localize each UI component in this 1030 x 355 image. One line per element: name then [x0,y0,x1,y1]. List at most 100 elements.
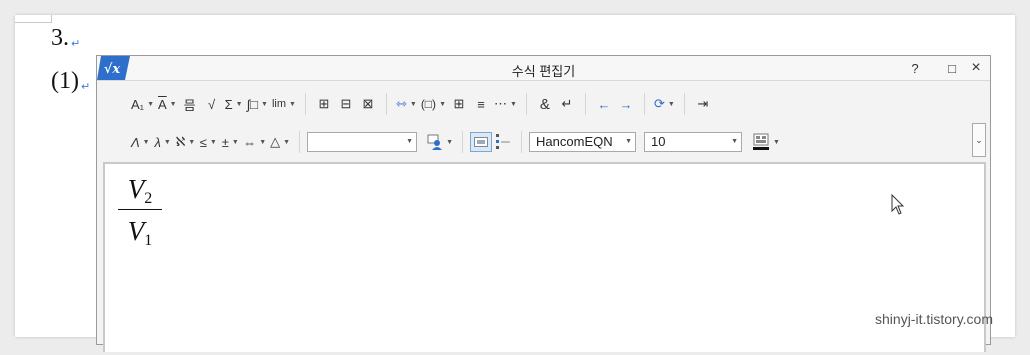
user-symbol-icon [427,134,443,150]
grid-icon: ⊞ [453,96,465,111]
ampersand-icon: & [539,95,550,113]
doc-line-1-text: 3. [51,25,69,51]
matrix-icon: ⊟ [340,96,352,111]
numerator-subscript: 2 [144,190,153,207]
chevron-down-icon: ▼ [409,100,417,108]
hebrew-icon: ℵ [175,134,186,149]
toolbar-separator [521,131,523,153]
decoration-button[interactable]: A ▼ [156,93,179,115]
chevron-down-icon: ▼ [209,138,217,146]
move-right-button[interactable]: → [615,93,637,115]
left-arrow-icon: ← [597,96,611,112]
toolbar-separator [299,131,301,153]
grid-button-2[interactable]: ≡ [470,93,492,115]
chevron-down-icon: ▼ [446,138,454,146]
relation-button[interactable]: ≤ ▼ [197,131,219,153]
color-icon [753,133,770,150]
watermark: shinyj-it.tistory.com [875,311,993,327]
view-toggle-button[interactable] [470,132,493,152]
root-button[interactable]: √ [201,93,223,115]
triangle-icon: △ [270,134,281,149]
paragraph-mark-icon: ↵ [71,37,81,50]
matrix-button-3[interactable]: ⊠ [357,93,379,115]
font-size-select[interactable]: 10 ▼ [644,132,743,152]
toolbar-row-2: Λ ▼ λ ▼ ℵ ▼ ≤ ▼ ± ▼ ⇔ ▼ △ ▼ ▼ ▼ HancomEQN ▼ 10 ▼ … [129,130,782,154]
subscript-button[interactable]: A₁ ▼ [129,93,156,115]
ampersand-button[interactable]: & [534,93,556,115]
greek-lower-icon: λ [154,134,161,150]
equation-editor-window: √x 수식 편집기 ? □ × A₁ ▼ A ▼ 믐 √ Σ ▼ ∫□ ▼ lim ▼ ⊞… [96,55,991,352]
title-bar[interactable]: √x 수식 편집기 ? □ × [97,56,990,81]
greek-lower-button[interactable]: λ ▼ [152,131,174,153]
hebrew-button[interactable]: ℵ ▼ [174,131,198,153]
double-arrow-icon: ⇔ [243,134,257,150]
enter-icon: ↵ [561,96,573,111]
toolbar-expand-button[interactable]: ⌄ [972,123,986,157]
matrix-icon: ⊞ [318,96,330,111]
font-name-select[interactable]: HancomEQN ▼ [529,132,637,152]
chevron-down-icon: ▼ [163,138,171,146]
right-arrow-icon: → [619,96,633,112]
integral-icon: ∫□ [246,96,259,112]
arrow-symbol-button[interactable]: ⇔ ▼ [241,131,268,153]
insert-equation-button[interactable]: ⇥ [692,93,714,115]
page-corner-mark [15,22,52,23]
greek-upper-icon: Λ [131,134,140,150]
root-icon: √ [208,96,216,112]
toolbar-separator [584,93,586,115]
chevron-down-icon: ▼ [147,100,154,108]
font-size-value: 10 [651,134,666,149]
numerator-variable: V [127,174,145,204]
fraction-bar [118,209,162,210]
subscript-icon: A₁ [131,96,145,112]
toolbar-separator [525,93,527,115]
sum-button[interactable]: Σ ▼ [223,93,245,115]
command-combo[interactable]: ▼ [307,132,418,152]
greek-upper-button[interactable]: Λ ▼ [129,131,152,153]
fraction-icon: 믐 [183,97,196,113]
color-button[interactable]: ▼ [750,131,782,153]
chevron-down-icon: ▼ [169,100,177,108]
grid-button-1[interactable]: ⊞ [448,93,470,115]
integral-button[interactable]: ∫□ ▼ [245,93,270,115]
equation-edit-area[interactable]: V2 V1 [103,162,986,352]
grid-icon: ≡ [477,96,485,112]
chevron-down-icon: ▼ [439,100,446,108]
toolbar-separator [683,93,685,115]
close-button[interactable]: × [966,59,986,77]
operator-button[interactable]: ± ▼ [219,131,241,153]
move-left-button[interactable]: ← [593,93,615,115]
fraction-button[interactable]: 믐 [179,93,201,115]
toolbar-separator [385,93,387,115]
enter-button[interactable]: ↵ [556,93,578,115]
chevron-down-icon: ▼ [625,138,633,145]
align-button[interactable]: ⇿ ▼ [394,93,419,115]
chevron-down-icon: ▼ [142,138,150,146]
page-corner-mark-vertical [51,15,52,23]
help-button[interactable]: ? [905,59,925,77]
doc-line-2[interactable]: (1) ↵ [51,68,90,95]
matrix-button-1[interactable]: ⊞ [313,93,335,115]
chevron-down-icon: ▼ [259,138,267,146]
align-icon: ⇿ [395,96,407,111]
paren-button[interactable]: (□) ▼ [419,93,448,115]
misc-symbol-button[interactable]: △ ▼ [268,131,292,153]
limit-button[interactable]: lim ▼ [270,93,298,115]
doc-line-1[interactable]: 3. ↵ [51,25,80,52]
grid-button-3[interactable]: ⋯ ▼ [492,93,519,115]
paragraph-mark-icon: ↵ [80,80,91,93]
toolbar-separator [304,93,306,115]
layout-button[interactable] [492,131,514,153]
matrix-button-2[interactable]: ⊟ [335,93,357,115]
refresh-icon: ⟳ [653,96,665,111]
layout-icon [496,134,511,149]
toolbar-row-1: A₁ ▼ A ▼ 믐 √ Σ ▼ ∫□ ▼ lim ▼ ⊞ ⊟ ⊠ ⇿ ▼ (□) ▼ ⊞ ≡… [129,92,714,116]
chevron-down-icon: ▼ [261,100,268,108]
maximize-button[interactable]: □ [942,59,962,77]
toolbar-separator [462,131,464,153]
fraction-expression: V2 V1 [118,174,162,250]
doc-line-2-text: (1) [51,68,79,94]
chevron-down-icon: ▼ [289,100,296,108]
user-symbol-button[interactable]: ▼ [425,131,455,153]
refresh-button[interactable]: ⟳ ▼ [652,93,677,115]
